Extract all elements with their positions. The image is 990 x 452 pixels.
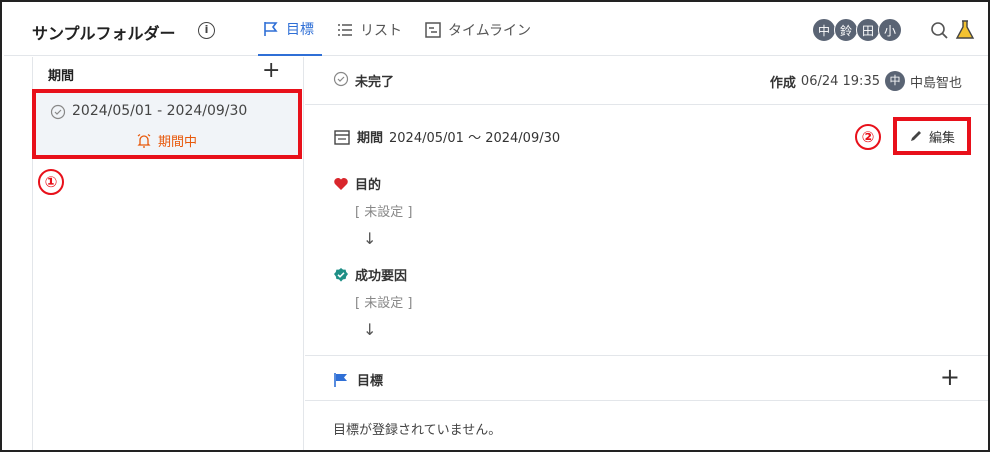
status-label: 未完了 [355, 75, 395, 90]
sidebar-title: 期間 [48, 69, 75, 84]
tab-list[interactable]: リスト [336, 4, 402, 56]
avatar: 中 [884, 71, 905, 91]
created-time: 06/24 19:35 [800, 73, 880, 89]
success-factor-value[interactable]: [ 未設定 ] [355, 292, 412, 311]
created-info: 作成 06/24 19:35 中 中島智也 [770, 71, 962, 91]
creator-name: 中島智也 [909, 75, 962, 91]
app-header: サンプルフォルダー i 目標 リスト タイムライン 中 鈴 田 小 [4, 4, 988, 56]
flag-icon [334, 372, 347, 387]
period-range: 2024/05/01 - 2024/09/30 [72, 103, 248, 119]
created-label: 作成 [769, 75, 796, 91]
flag-icon [264, 22, 278, 36]
callout-2: ② [855, 124, 881, 150]
period-row: 期間 2024/05/01 〜 2024/09/30 [333, 127, 560, 146]
purpose-section-label: 目的 [333, 174, 381, 193]
avatar[interactable]: 中 [812, 18, 836, 42]
arrow-down-icon: ↓ [363, 229, 377, 248]
period-label: 期間 [357, 131, 384, 146]
period-item[interactable]: 2024/05/01 - 2024/09/30 期間中 [32, 89, 302, 159]
status-bar: 未完了 作成 06/24 19:35 中 中島智也 [305, 57, 988, 105]
callout-1: ① [38, 169, 64, 195]
heart-icon [334, 177, 348, 190]
add-goal-button[interactable]: + [940, 364, 960, 390]
screenshot-frame: サンプルフォルダー i 目標 リスト タイムライン 中 鈴 田 小 期間 + 2… [0, 0, 990, 452]
add-period-button[interactable]: + [262, 59, 280, 83]
goals-header: 目標 + [305, 355, 988, 401]
edit-button-label: 編集 [928, 130, 955, 146]
calendar-icon [334, 129, 350, 145]
avatar[interactable]: 小 [878, 18, 902, 42]
purpose-label: 目的 [355, 178, 382, 193]
list-icon [338, 24, 352, 36]
alarm-bell-icon [137, 133, 151, 148]
success-factor-section-label: 成功要因 [333, 265, 407, 284]
tab-timeline[interactable]: タイムライン [424, 4, 531, 56]
period-sidebar: 期間 + 2024/05/01 - 2024/09/30 期間中 ① [4, 57, 304, 450]
search-icon[interactable] [930, 21, 950, 41]
flask-icon[interactable] [954, 19, 976, 41]
pencil-icon [910, 131, 921, 141]
avatar[interactable]: 田 [856, 18, 880, 42]
period-value: 2024/05/01 〜 2024/09/30 [389, 131, 561, 146]
goals-empty-message: 目標が登録されていません。 [333, 423, 502, 438]
tab-goals-label: 目標 [286, 22, 314, 38]
tab-list-label: リスト [360, 23, 402, 39]
arrow-down-icon: ↓ [363, 320, 377, 339]
purpose-value[interactable]: [ 未設定 ] [355, 201, 412, 220]
period-status-label: 期間中 [158, 135, 198, 150]
timeline-icon [425, 22, 441, 38]
tab-goals[interactable]: 目標 [258, 4, 322, 56]
info-icon[interactable]: i [198, 22, 215, 39]
avatar[interactable]: 鈴 [834, 18, 858, 42]
goals-label: 目標 [357, 374, 384, 389]
check-circle-icon[interactable] [333, 71, 349, 87]
success-factor-label: 成功要因 [355, 269, 408, 284]
goals-title: 目標 [333, 370, 383, 389]
main-content: 未完了 作成 06/24 19:35 中 中島智也 期間 2024/05/01 … [305, 57, 988, 450]
folder-title: サンプルフォルダー [32, 24, 176, 43]
period-status: 期間中 [136, 131, 197, 150]
check-circle-icon [50, 104, 66, 120]
edit-button[interactable]: 編集 [893, 117, 971, 155]
tab-timeline-label: タイムライン [448, 23, 532, 39]
verified-badge-icon [334, 267, 348, 282]
